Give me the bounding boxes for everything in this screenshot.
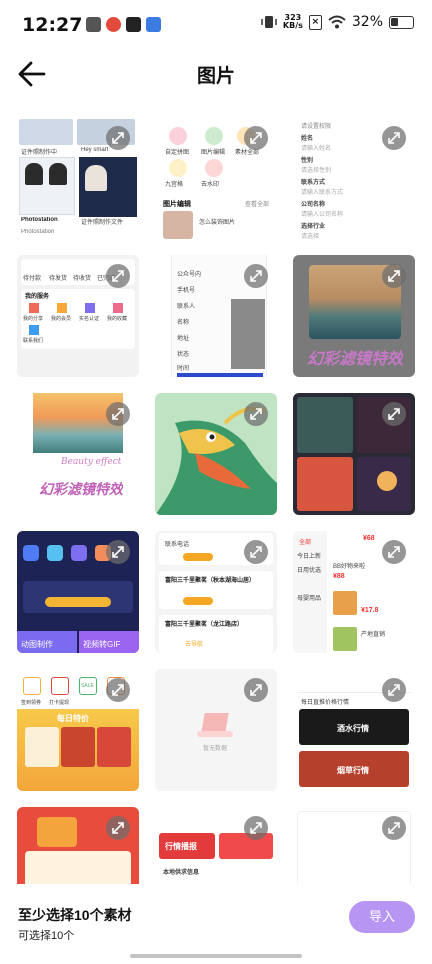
expand-icon [250,270,262,282]
net-speed: 323 KB/s [282,13,303,30]
media-tile-9[interactable] [293,393,415,515]
expand-icon [112,270,124,282]
tiktok-icon [126,17,141,32]
media-tile-14[interactable]: 暂无数据 [155,669,277,791]
expand-icon [250,546,262,558]
expand-icon [388,408,400,420]
app-notification-icon [86,17,101,32]
expand-button[interactable] [382,540,406,564]
expand-button[interactable] [244,402,268,426]
header: 图片 [0,52,432,96]
vibrate-icon [261,16,277,28]
expand-icon [112,408,124,420]
expand-button[interactable] [106,402,130,426]
expand-icon [112,822,124,834]
media-tile-1[interactable]: 证件照制作中 Hey smart Photostation 证件照制作文件 Ph… [17,117,139,239]
expand-icon [388,270,400,282]
expand-icon [112,684,124,696]
expand-icon [250,132,262,144]
expand-button[interactable] [106,264,130,288]
media-tile-5[interactable]: 公众号内 手机号 联系人 名称 地址 状态 时间 [155,255,277,377]
media-tile-3[interactable]: 请设置权限 姓名 请输入姓名 性别 请选择性别 联系方式 请输入联系方式 公司名… [293,117,415,239]
expand-button[interactable] [382,264,406,288]
media-tile-6[interactable]: 幻彩滤镜特效 [293,255,415,377]
expand-button[interactable] [382,126,406,150]
media-tile-7[interactable]: Beauty effect 幻彩滤镜特效 [17,393,139,515]
expand-icon [388,684,400,696]
media-tile-18[interactable] [293,807,415,884]
expand-button[interactable] [244,816,268,840]
weibo-icon [106,17,121,32]
expand-icon [388,546,400,558]
status-indicators: 323 KB/s × 32% [261,14,414,30]
expand-button[interactable] [106,540,130,564]
media-tile-15[interactable]: 每日直推价格行情 酒水行情 烟草行情 [293,669,415,791]
media-tile-16[interactable] [17,807,139,884]
expand-button[interactable] [382,816,406,840]
media-tile-2[interactable]: 自定拼图 图片编辑 素材全部 九宫格 去水印 图片编辑 查看全部 怎么装饰图片 [155,117,277,239]
media-tile-8[interactable] [155,393,277,515]
expand-button[interactable] [106,126,130,150]
selection-requirement: 至少选择10个素材 [18,907,132,923]
battery-percent: 32% [351,14,383,30]
media-grid: 证件照制作中 Hey smart Photostation 证件照制作文件 Ph… [17,117,415,884]
media-tile-17[interactable]: 行情播报 本地供求信息 [155,807,277,884]
expand-button[interactable] [382,678,406,702]
status-time: 12:27 [22,14,83,36]
media-tile-10[interactable]: 动图制作 视频转GIF [17,531,139,653]
media-tile-4[interactable]: 待付款 待发货 待收货 已完成 我的服务 我的分享 我的会员 实名认证 我的收藏… [17,255,139,377]
import-button[interactable]: 导入 [349,901,415,933]
bottom-bar: 至少选择10个素材 可选择10个 导入 [0,886,432,964]
expand-icon [250,684,262,696]
app-notification-icon [146,17,161,32]
media-tile-11[interactable]: 联系电话 富阳三千里聚茗（秋本湖海山居） 富阳三千里聚茗（龙江路店） 去导航 [155,531,277,653]
expand-button[interactable] [106,678,130,702]
home-indicator [130,954,302,958]
expand-button[interactable] [244,540,268,564]
expand-button[interactable] [106,816,130,840]
status-bar: 12:27 323 KB/s × 32% [0,0,432,52]
expand-icon [112,546,124,558]
expand-button[interactable] [244,678,268,702]
expand-icon [250,408,262,420]
expand-button[interactable] [382,402,406,426]
expand-button[interactable] [244,264,268,288]
selection-limit: 可选择10个 [18,930,75,942]
status-app-icons [86,17,161,32]
page-title: 图片 [196,66,235,87]
expand-button[interactable] [244,126,268,150]
media-tile-12[interactable]: 全部 今日上新 日用优选 ¥68 BB好物来啦 ¥88 母婴用品 ¥17.8 产… [293,531,415,653]
expand-icon [388,132,400,144]
media-tile-13[interactable]: SALE 签到领券 打卡提现 每日特价 [17,669,139,791]
expand-icon [388,822,400,834]
no-sim-icon: × [308,14,322,30]
expand-icon [112,132,124,144]
wifi-icon [328,15,346,29]
expand-icon [250,822,262,834]
battery-icon [389,15,414,29]
